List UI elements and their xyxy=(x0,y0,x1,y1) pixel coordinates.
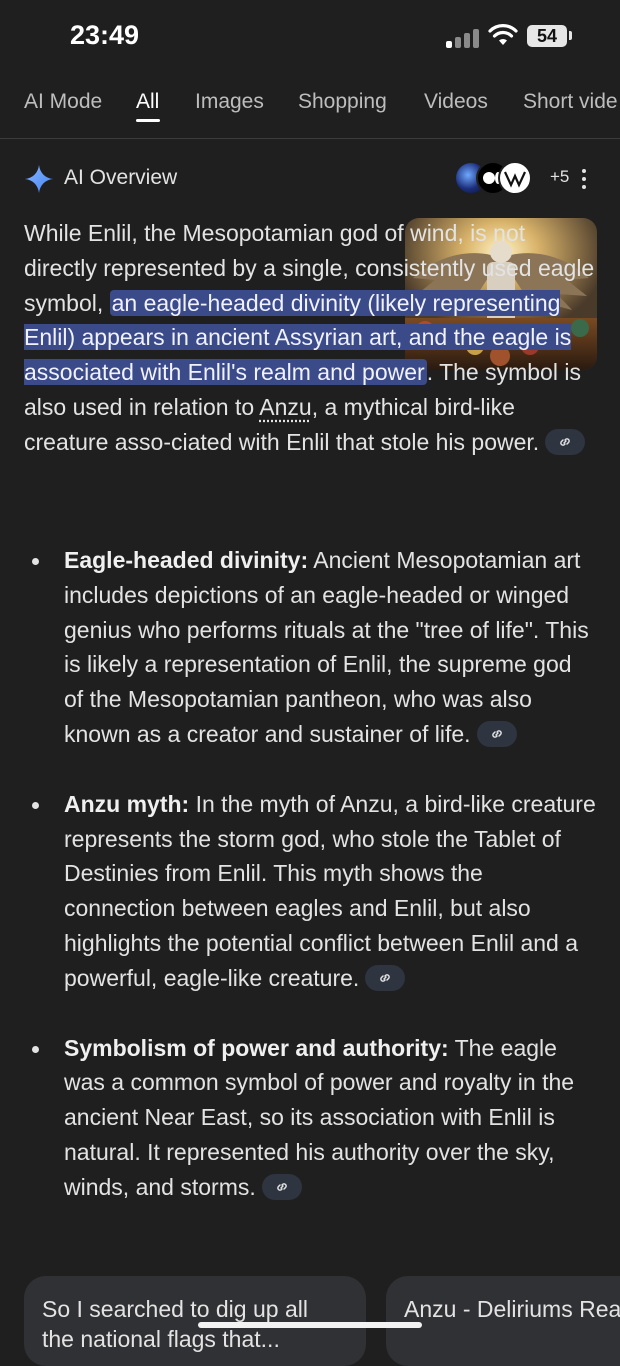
bullet-title: Anzu myth: xyxy=(64,791,189,817)
tab-all[interactable]: All xyxy=(136,90,159,114)
status-bar: 23:49 54 xyxy=(0,0,620,72)
list-item: Eagle-headed divinity: Ancient Mesopotam… xyxy=(24,543,596,752)
tab-videos[interactable]: Videos xyxy=(424,90,488,114)
anzu-term-link[interactable]: Anzu xyxy=(259,394,311,420)
overview-bullet-list: Eagle-headed divinity: Ancient Mesopotam… xyxy=(24,543,596,1240)
link-icon xyxy=(275,1180,289,1194)
citation-link-button[interactable] xyxy=(545,429,585,455)
battery-tip xyxy=(569,31,572,40)
more-options-icon[interactable] xyxy=(578,166,590,192)
active-tab-indicator xyxy=(136,119,160,122)
battery-indicator: 54 xyxy=(527,25,567,47)
bullet-title: Eagle-headed divinity: xyxy=(64,547,308,573)
ai-overview-header: AI Overview +5 xyxy=(24,164,596,194)
bullet-dot xyxy=(32,802,39,809)
bullet-dot xyxy=(32,1046,39,1053)
gemini-sparkle-icon xyxy=(24,164,54,194)
list-item: Anzu myth: In the myth of Anzu, a bird-l… xyxy=(24,787,596,996)
source-card[interactable]: So I searched to dig up all the national… xyxy=(24,1276,366,1366)
tab-images[interactable]: Images xyxy=(195,90,264,114)
cellular-signal-icon xyxy=(446,28,480,48)
link-icon xyxy=(490,727,504,741)
ai-overview-title: AI Overview xyxy=(64,166,177,190)
citation-link-button[interactable] xyxy=(262,1174,302,1200)
search-tabs: AI Mode All Images Shopping Videos Short… xyxy=(0,80,620,139)
source-card-title: Anzu - Deliriums Rea xyxy=(404,1294,620,1324)
source-icons[interactable]: +5 xyxy=(454,161,574,195)
bullet-text: Ancient Mesopotamian art includes depict… xyxy=(64,547,589,747)
source-card[interactable]: Anzu - Deliriums Rea xyxy=(386,1276,620,1366)
list-item: Symbolism of power and authority: The ea… xyxy=(24,1031,596,1205)
tab-short-videos[interactable]: Short vide xyxy=(523,90,618,114)
sources-count: +5 xyxy=(550,167,569,187)
overview-paragraph: While Enlil, the Mesopotamian god of win… xyxy=(24,216,596,460)
citation-link-button[interactable] xyxy=(365,965,405,991)
wikipedia-logo-icon xyxy=(498,161,532,195)
link-icon xyxy=(558,435,572,449)
home-indicator[interactable] xyxy=(198,1322,422,1328)
citation-link-button[interactable] xyxy=(477,721,517,747)
bullet-dot xyxy=(32,558,39,565)
link-icon xyxy=(378,971,392,985)
tab-shopping[interactable]: Shopping xyxy=(298,90,387,114)
wifi-icon xyxy=(488,24,518,46)
tab-ai-mode[interactable]: AI Mode xyxy=(24,90,102,114)
bullet-title: Symbolism of power and authority: xyxy=(64,1035,449,1061)
status-time: 23:49 xyxy=(70,20,139,51)
bullet-text: In the myth of Anzu, a bird-like creatur… xyxy=(64,791,596,991)
